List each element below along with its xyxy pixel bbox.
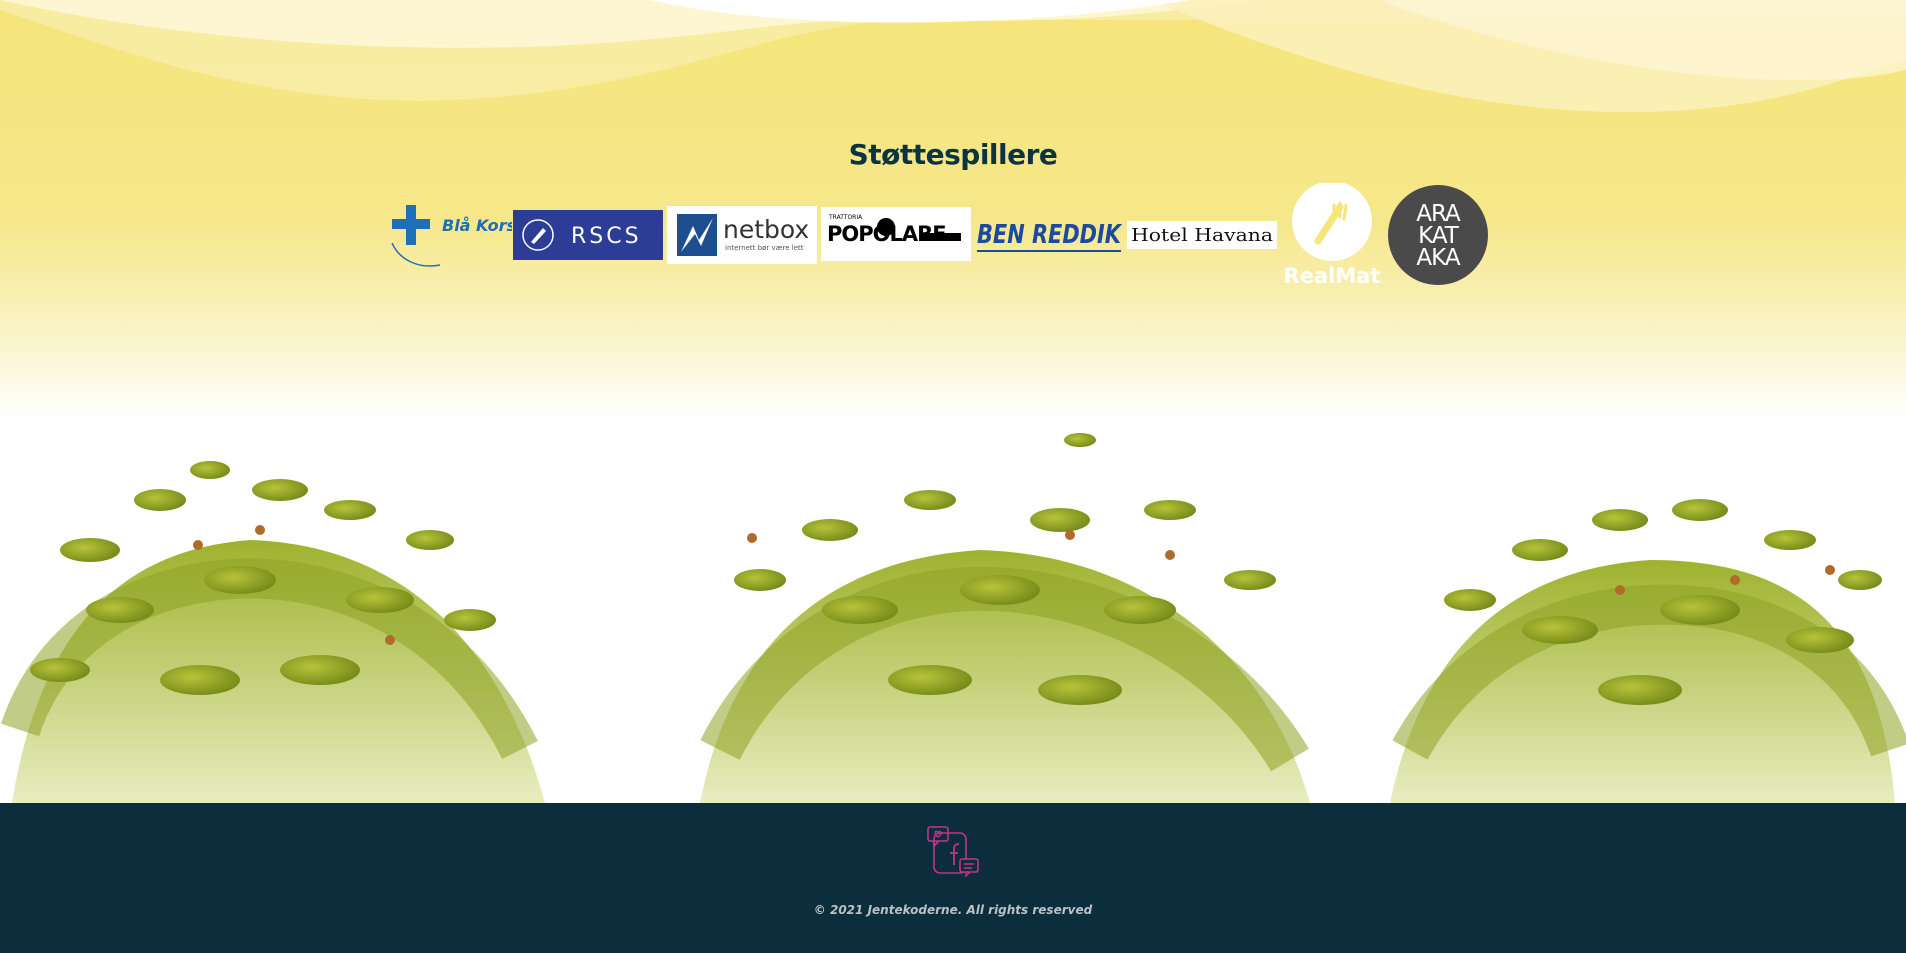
rscs-text: RSCS: [571, 224, 642, 249]
trattoria-popolare-logo[interactable]: TRATTORIA POPOLARE: [821, 207, 971, 261]
sponsors-title: Støttespillere: [848, 138, 1058, 171]
netbox-logo[interactable]: netbox internett bør være lett: [667, 206, 817, 264]
arakataka-line-3: AKA: [1416, 245, 1460, 271]
copyright-brand: Jentekoderne: [867, 903, 958, 917]
netbox-tagline: internett bør være lett: [725, 244, 804, 252]
bla-kors-logo[interactable]: Blå Kors: [390, 203, 512, 269]
sponsor-logos: Blå Kors RSCS netbox internett bør være …: [390, 183, 1490, 289]
sprout-cluster-center: [700, 433, 1310, 803]
facebook-icon[interactable]: [926, 825, 980, 879]
footer: © 2021 Jentekoderne. All rights reserved: [0, 803, 1906, 953]
arakataka-logo[interactable]: ARA KAT AKA: [1387, 184, 1489, 286]
bla-kors-text: Blå Kors: [442, 216, 512, 235]
sprout-cluster-right: [1390, 499, 1906, 803]
ben-reddik-logo[interactable]: BEN REDDIK: [975, 213, 1123, 255]
sprouts-image: [1, 433, 1906, 803]
hotel-havana-text: Hotel Havana: [1131, 225, 1273, 246]
trattoria-tagline: TRATTORIA: [828, 214, 863, 221]
rscs-logo[interactable]: RSCS: [513, 210, 663, 260]
copyright-suffix: . All rights reserved: [957, 903, 1093, 917]
wave-decoration: [0, 0, 1906, 113]
sprout-cluster-left: [1, 461, 545, 803]
hero-section: Støttespillere Blå Kors RSCS netbox inte…: [0, 0, 1906, 803]
copyright-prefix: © 2021: [813, 903, 868, 917]
netbox-text: netbox: [723, 215, 809, 244]
realmat-logo[interactable]: RealMat: [1282, 183, 1382, 287]
hotel-havana-logo[interactable]: Hotel Havana: [1127, 221, 1277, 249]
realmat-text: RealMat: [1284, 264, 1381, 287]
copyright-text: © 2021 Jentekoderne. All rights reserved: [0, 903, 1906, 917]
ben-reddik-text: BEN REDDIK: [977, 220, 1122, 250]
